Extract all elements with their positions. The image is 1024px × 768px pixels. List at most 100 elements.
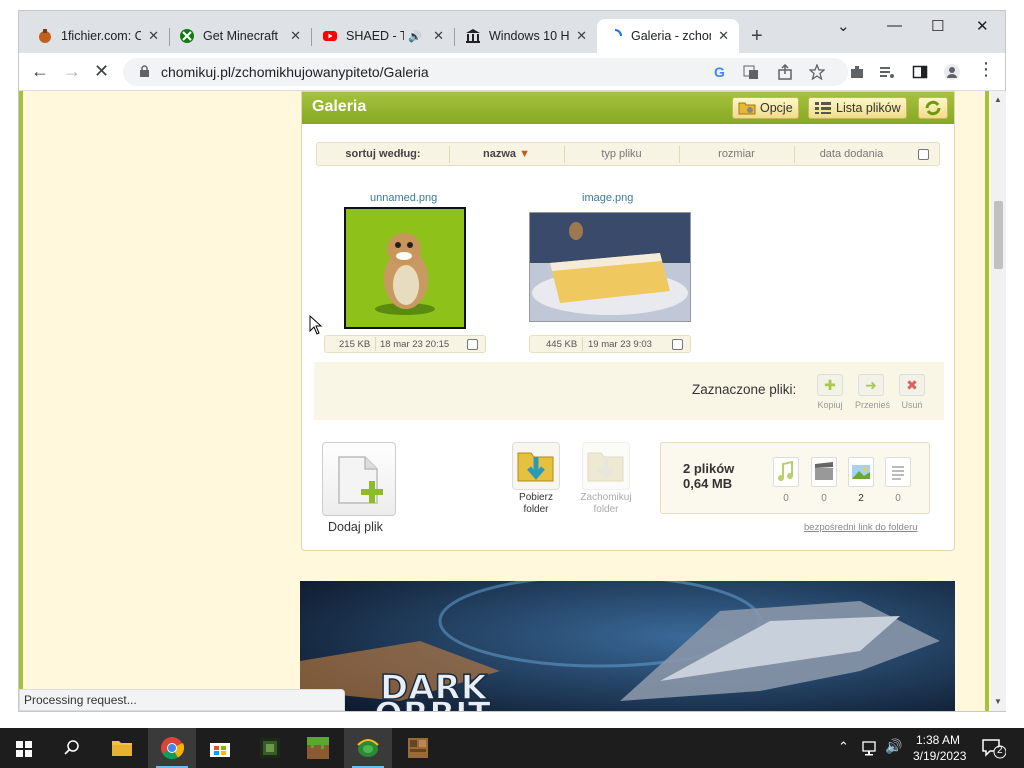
globe-app-icon [357,739,379,757]
search-button[interactable] [48,728,96,768]
profile-avatar-icon[interactable] [944,64,960,80]
direct-folder-link[interactable]: bezpośredni link do folderu [804,522,918,533]
lock-icon[interactable] [139,65,150,78]
maximize-button[interactable]: ☐ [931,17,944,35]
file-list-button[interactable]: Lista plików [808,97,907,119]
taskbar-crafting-app[interactable] [394,728,442,768]
sort-by-type[interactable]: typ pliku [564,148,679,160]
file-name-link[interactable]: image.png [582,192,633,204]
options-label: Opcje [760,101,793,115]
volume-icon[interactable]: 🔊 [885,738,902,755]
vertical-scrollbar[interactable]: ▲ ▼ [991,91,1006,711]
sort-by-date[interactable]: data dodania [794,148,909,160]
move-button[interactable]: ➜ Przenieś [855,374,890,410]
tab-label: SHAED - T [346,29,404,43]
selected-files-label: Zaznaczone pliki: [692,382,797,397]
taskbar-minecraft-launcher[interactable] [246,728,294,768]
network-icon[interactable] [862,740,880,756]
tab-search-chevron-icon[interactable]: ⌄ [837,17,850,35]
grass-block-icon [307,737,329,759]
document-count: 0 [895,493,901,504]
cake-image [530,213,690,321]
stop-loading-icon[interactable]: ✕ [94,61,109,82]
minecraft-launcher-icon [260,738,280,758]
scroll-up-arrow-icon[interactable]: ▲ [994,95,1002,104]
refresh-button[interactable] [918,97,948,119]
add-file-button[interactable] [322,442,396,516]
add-file-label: Dodaj plik [328,520,383,534]
select-all-checkbox[interactable] [918,149,929,160]
options-button[interactable]: Opcje [732,97,799,119]
music-files-icon[interactable] [773,457,799,487]
browser-toolbar: ← → ✕ chomikuj.pl/zchomikhujowanypiteto/… [19,53,1005,91]
taskbar-globe-app[interactable] [344,728,392,768]
share-icon[interactable] [777,64,793,80]
tab-minecraft[interactable]: Get Minecraft ✕ [169,19,311,53]
file-count: 2 plików [683,461,735,476]
delete-button[interactable]: ✖ Usuń [896,374,928,410]
desktop: 1fichier.com: C ✕ Get Minecraft ✕ SHAED … [0,0,1024,728]
start-button[interactable] [0,728,48,768]
tab-close-icon[interactable]: ✕ [576,28,587,44]
tab-close-icon[interactable]: ✕ [718,28,729,44]
tab-galeria[interactable]: Galeria - zchom ✕ [597,19,739,53]
tab-strip: 1fichier.com: C ✕ Get Minecraft ✕ SHAED … [19,11,1005,53]
youtube-icon [323,31,337,41]
taskbar-file-explorer[interactable] [98,728,146,768]
tab-windows10[interactable]: Windows 10 H ✕ [455,19,597,53]
delete-x-icon: ✖ [899,374,925,396]
sort-by-size[interactable]: rozmiar [679,148,794,160]
move-arrow-icon: ➜ [858,374,884,396]
file-name-link[interactable]: unnamed.png [370,192,437,204]
scroll-down-arrow-icon[interactable]: ▼ [994,697,1002,706]
tab-youtube[interactable]: SHAED - T 🔊 ✕ [312,19,454,53]
forward-arrow-icon[interactable]: → [63,61,81,82]
tray-chevron-up-icon[interactable]: ⌃ [838,739,849,755]
notification-count: 2 [997,745,1003,756]
speaker-icon[interactable]: 🔊 [408,30,422,43]
save-folder-button[interactable] [582,442,630,490]
sort-name-label: nazwa [483,148,517,160]
action-center-button[interactable]: 2 [980,736,1007,763]
image-files-icon[interactable] [848,457,874,487]
address-bar[interactable]: chomikuj.pl/zchomikhujowanypiteto/Galeri… [123,58,848,86]
tab-close-icon[interactable]: ✕ [433,28,444,44]
hamster-image [346,209,464,327]
file-size: 445 KB [546,339,578,350]
bookmark-star-icon[interactable] [809,64,825,80]
kebab-menu-icon[interactable]: ⋮ [977,59,995,80]
music-count: 0 [783,493,789,504]
file-thumbnail-cake[interactable] [529,212,691,322]
new-tab-button[interactable]: + [751,25,763,48]
copy-icon: ✚ [817,374,843,396]
folder-gear-icon [738,102,756,115]
taskbar-store[interactable] [196,728,244,768]
taskbar-minecraft[interactable] [294,728,342,768]
tab-close-icon[interactable]: ✕ [148,28,159,44]
back-arrow-icon[interactable]: ← [31,61,49,82]
copy-button[interactable]: ✚ Kopiuj [814,374,846,410]
taskbar-chrome[interactable] [148,728,196,768]
side-panel-icon[interactable] [912,64,928,80]
close-window-button[interactable]: ✕ [976,17,989,35]
scrollbar-thumb[interactable] [994,201,1003,269]
translate-icon[interactable] [743,64,759,80]
tab-close-icon[interactable]: ✕ [290,28,301,44]
media-queue-icon[interactable] [879,64,895,80]
minimize-button[interactable]: — [887,17,902,34]
clock[interactable]: 1:38 AM 3/19/2023 [913,732,966,764]
google-icon[interactable]: G [712,64,728,80]
file-checkbox[interactable] [672,339,683,350]
file-thumbnail-hamster[interactable] [344,207,466,329]
document-files-icon[interactable] [885,457,911,487]
file-size: 215 KB [339,339,371,350]
video-files-icon[interactable] [811,457,837,487]
folder-size: 0,64 MB [683,476,733,491]
file-checkbox[interactable] [467,339,478,350]
download-folder-button[interactable] [512,442,560,490]
dark-orbit-ad-banner[interactable]: DARK ORBIT [300,581,955,711]
sort-by-name[interactable]: nazwa ▼ [449,148,564,160]
extensions-icon[interactable] [849,64,865,80]
store-bag-icon [210,743,230,757]
tab-1fichier[interactable]: 1fichier.com: C ✕ [27,19,169,53]
